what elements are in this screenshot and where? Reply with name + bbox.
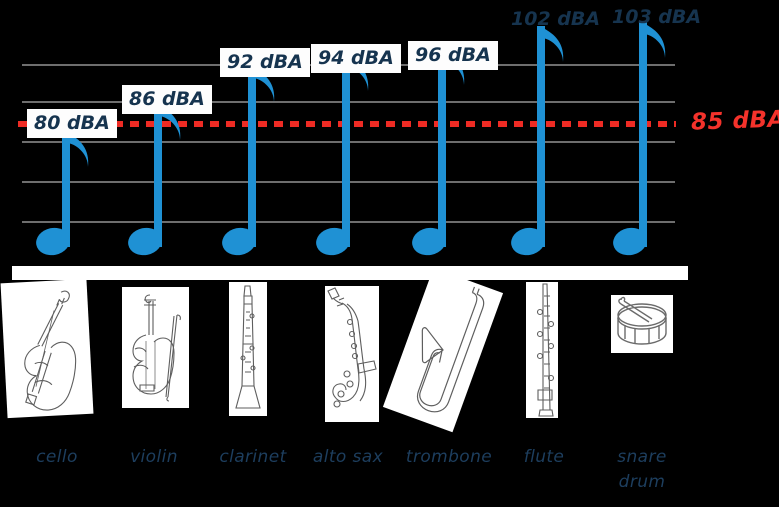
category-label-snare-drum-line2: drum	[618, 472, 666, 492]
trombone-icon	[416, 286, 485, 413]
chart-canvas: 85 dBA 80 dBA 86 dBA 92 dBA 94 dBA 96 dB…	[0, 0, 779, 507]
category-label-flute: flute	[523, 447, 565, 467]
violin-icon	[132, 294, 181, 402]
category-label-snare-drum: snare	[617, 447, 667, 467]
instrument-card-flute[interactable]	[526, 282, 558, 418]
instrument-card-cello[interactable]	[0, 278, 94, 419]
instrument-card-violin[interactable]	[122, 287, 189, 408]
value-label-violin: 86 dBA	[122, 85, 212, 114]
value-label-flute: 102 dBA	[511, 8, 601, 30]
category-label-clarinet: clarinet	[219, 447, 287, 467]
value-label-trombone: 96 dBA	[408, 41, 498, 70]
value-label-clarinet: 92 dBA	[220, 48, 310, 77]
baseline-band	[12, 266, 688, 280]
snare-drum-icon	[617, 296, 667, 345]
category-label-violin: violin	[130, 447, 178, 467]
category-label-trombone: trombone	[405, 447, 493, 467]
instrument-card-snare-drum[interactable]	[611, 295, 673, 353]
category-label-alto-sax: alto sax	[312, 447, 384, 467]
clarinet-icon	[235, 285, 261, 409]
cello-icon	[24, 290, 77, 411]
note-flag	[66, 133, 96, 167]
value-label-snare-drum: 103 dBA	[612, 6, 702, 28]
instrument-card-clarinet[interactable]	[229, 282, 267, 416]
category-label-cello: cello	[36, 447, 78, 467]
saxophone-icon	[327, 287, 377, 408]
flute-icon	[536, 283, 555, 417]
value-label-cello: 80 dBA	[27, 109, 117, 138]
instrument-card-trombone[interactable]	[382, 267, 504, 433]
threshold-label: 85 dBA	[690, 106, 779, 136]
value-label-alto-sax: 94 dBA	[311, 44, 401, 73]
instrument-card-alto-sax[interactable]	[325, 286, 379, 422]
